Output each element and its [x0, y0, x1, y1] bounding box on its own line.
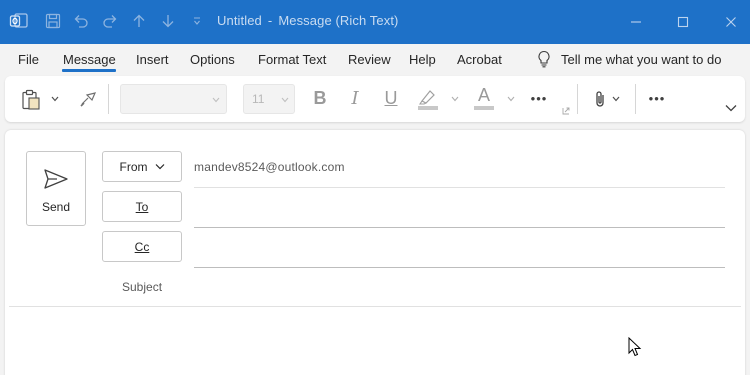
paperclip-icon: [596, 91, 604, 107]
close-icon: [726, 17, 736, 27]
font-size-value: 11: [252, 92, 265, 106]
mouse-cursor-icon: [628, 337, 642, 357]
cc-input[interactable]: [194, 236, 725, 262]
redo-icon[interactable]: [100, 11, 120, 31]
font-color-bar: [474, 106, 494, 110]
to-label: To: [135, 199, 149, 214]
chevron-down-icon: [725, 105, 737, 112]
menu-help[interactable]: Help: [409, 52, 436, 67]
outlook-logo-icon: [9, 11, 29, 31]
ribbon-separator: [577, 84, 578, 114]
from-address: mandev8524@outlook.com: [194, 160, 345, 174]
maximize-button[interactable]: [670, 9, 696, 35]
maximize-icon: [677, 16, 689, 28]
highlighter-icon: [418, 90, 438, 110]
menu-format-text[interactable]: Format Text: [258, 52, 326, 67]
subject-label: Subject: [122, 280, 163, 294]
menu-message[interactable]: Message: [63, 52, 116, 67]
down-arrow-icon[interactable]: [158, 11, 178, 31]
minimize-button[interactable]: [623, 9, 649, 35]
bold-button[interactable]: B: [311, 87, 329, 109]
menu-insert[interactable]: Insert: [136, 52, 169, 67]
format-painter-icon: [80, 92, 97, 107]
ribbon-toolbar: 11 B I U A ••• •••: [5, 76, 745, 122]
expand-ribbon-button[interactable]: [724, 102, 738, 114]
paste-dropdown[interactable]: [50, 94, 60, 104]
ribbon-separator: [635, 84, 636, 114]
window-title: Untitled - Message (Rich Text): [217, 13, 398, 28]
lightbulb-icon: [538, 50, 550, 68]
to-button[interactable]: To: [102, 191, 182, 222]
format-painter-button[interactable]: [77, 88, 99, 110]
more-format-button[interactable]: •••: [526, 88, 552, 108]
chevron-down-icon: [155, 164, 164, 170]
close-button[interactable]: [718, 9, 744, 35]
minimize-icon: [631, 21, 641, 23]
italic-button[interactable]: I: [346, 87, 364, 109]
title-bar: Untitled - Message (Rich Text): [0, 0, 750, 44]
from-label: From: [119, 159, 148, 174]
customize-qat-icon[interactable]: [187, 11, 207, 31]
font-size-select[interactable]: 11: [243, 84, 295, 114]
paste-button[interactable]: [19, 88, 43, 112]
font-name-select[interactable]: [120, 84, 227, 114]
compose-pane: Send From mandev8524@outlook.com To Cc S…: [5, 130, 745, 375]
up-arrow-icon[interactable]: [129, 11, 149, 31]
chevron-down-icon: [612, 96, 620, 102]
chevron-down-icon: [507, 96, 515, 102]
to-input[interactable]: [194, 196, 725, 222]
menu-bar: File Message Insert Options Format Text …: [0, 44, 750, 76]
cc-underline: [194, 267, 725, 268]
paste-icon: [22, 89, 40, 110]
highlight-button[interactable]: [417, 87, 439, 111]
cc-button[interactable]: Cc: [102, 231, 182, 262]
undo-icon[interactable]: [71, 11, 91, 31]
from-button[interactable]: From: [102, 151, 182, 182]
send-button[interactable]: Send: [26, 151, 86, 226]
menu-options[interactable]: Options: [190, 52, 235, 67]
tell-me-label: Tell me what you want to do: [561, 51, 722, 67]
from-underline: [194, 187, 725, 188]
menu-acrobat[interactable]: Acrobat: [457, 52, 502, 67]
send-icon: [44, 169, 68, 189]
dialog-launcher-icon[interactable]: [561, 106, 571, 116]
font-color-button[interactable]: A: [473, 85, 495, 111]
attach-file-button[interactable]: [590, 88, 610, 110]
ribbon-separator: [108, 84, 109, 114]
chevron-down-icon: [212, 97, 220, 103]
subject-input[interactable]: [194, 276, 725, 300]
save-icon[interactable]: [43, 11, 63, 31]
highlight-dropdown[interactable]: [450, 94, 460, 104]
cc-label: Cc: [134, 239, 150, 254]
tell-me-search[interactable]: Tell me what you want to do: [537, 50, 721, 68]
title-separator: -: [267, 13, 273, 28]
more-commands-button[interactable]: •••: [644, 88, 670, 108]
to-underline: [194, 227, 725, 228]
font-color-letter: A: [478, 85, 491, 105]
chevron-down-icon: [51, 96, 59, 102]
menu-file[interactable]: File: [18, 52, 39, 67]
attach-file-dropdown[interactable]: [611, 94, 621, 104]
active-tab-indicator: [62, 69, 116, 72]
chevron-down-icon: [451, 96, 459, 102]
menu-review[interactable]: Review: [348, 52, 391, 67]
underline-button[interactable]: U: [382, 87, 400, 109]
chevron-down-icon: [281, 97, 289, 103]
subject-divider: [9, 306, 741, 307]
document-title: Untitled: [217, 13, 262, 28]
font-color-dropdown[interactable]: [506, 94, 516, 104]
document-type: Message (Rich Text): [278, 13, 399, 28]
send-label: Send: [41, 200, 71, 214]
